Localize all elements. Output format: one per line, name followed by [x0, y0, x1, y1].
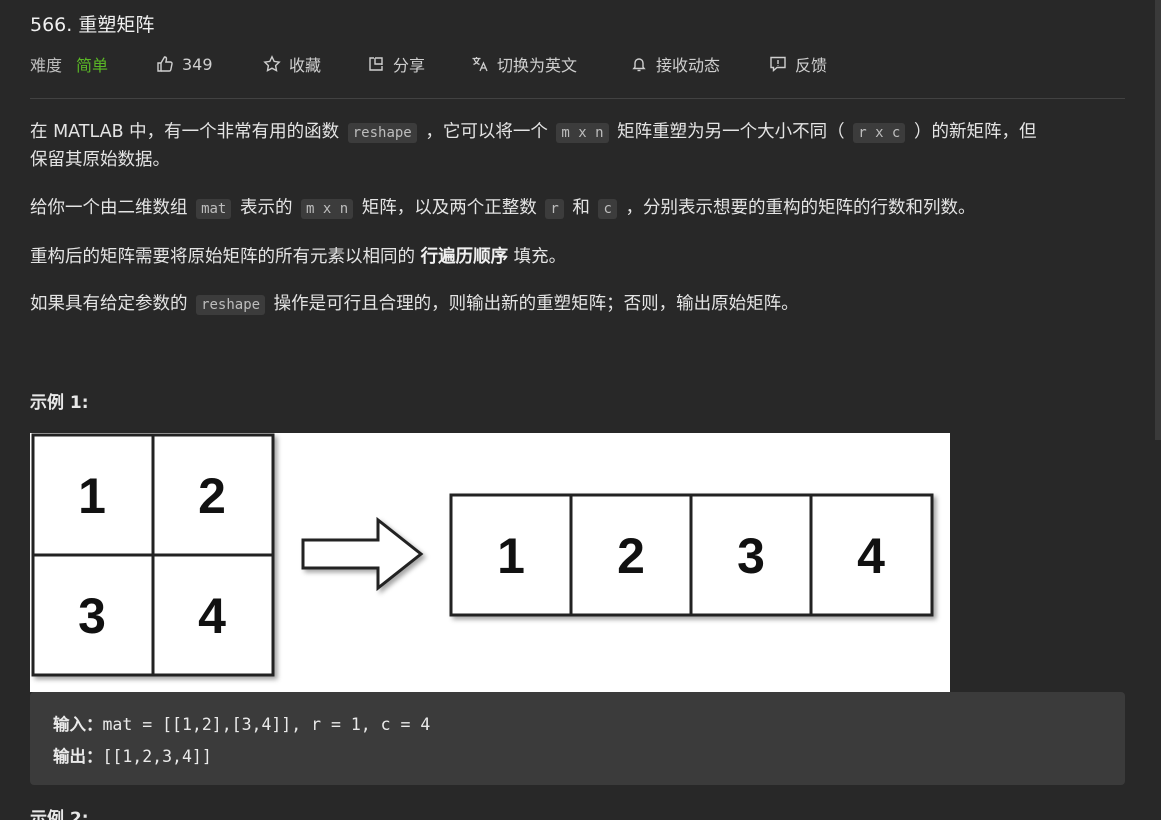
text-span: 操作是可行且合理的，则输出新的重塑矩阵；否则，输出原始矩阵。 [273, 294, 799, 314]
text-span: 保留其原始数据。 [30, 150, 170, 170]
text-span: 重构后的矩阵需要将原始矩阵的所有元素以相同的 [30, 247, 415, 267]
share-button[interactable]: 分享 [367, 52, 471, 76]
description-paragraph-1: 在 MATLAB 中，有一个非常有用的函数 reshape ，它可以将一个 m … [30, 118, 1125, 147]
bell-icon [630, 55, 648, 73]
bold-text: 行遍历顺序 [420, 247, 509, 267]
translate-icon [471, 55, 489, 73]
share-label: 分享 [393, 56, 426, 75]
input-label: 输入： [53, 715, 103, 734]
source-matrix [31, 433, 275, 677]
like-button[interactable]: 349 [156, 52, 263, 76]
favorite-label: 收藏 [289, 56, 322, 75]
example-1-image: 1 2 3 4 1 2 3 4 [30, 433, 950, 692]
switch-language-button[interactable]: 切换为英文 [471, 52, 630, 76]
description-paragraph-1-line-2: 保留其原始数据。 [30, 146, 1125, 174]
source-cell: 3 [78, 588, 106, 644]
description-paragraph-4: 如果具有给定参数的 reshape 操作是可行且合理的，则输出新的重塑矩阵；否则… [30, 290, 1125, 319]
source-cell: 2 [198, 468, 226, 524]
source-cell: 1 [78, 468, 106, 524]
output-label: 输出： [53, 747, 103, 766]
share-icon [367, 55, 385, 73]
example-1-input: 输入：mat = [[1,2],[3,4]], r = 1, c = 4 [53, 711, 430, 735]
text-span: ，它可以将一个 [425, 122, 548, 142]
reshape-diagram: 1 2 3 4 1 2 3 4 [31, 433, 934, 677]
input-value: mat = [[1,2],[3,4]], r = 1, c = 4 [102, 715, 431, 734]
text-span: 矩阵，以及两个正整数 [361, 198, 537, 218]
header-divider [30, 98, 1125, 99]
thumbs-up-icon [156, 55, 174, 73]
text-span: 填充。 [513, 247, 567, 267]
star-icon [263, 55, 281, 73]
output-value: [[1,2,3,4]] [102, 747, 212, 766]
example-1-output: 输出：[[1,2,3,4]] [53, 743, 212, 767]
problem-toolbar: 难度 简单 349 收藏 分享 切换为英文 接收动态 反馈 [30, 52, 827, 76]
example-1-title: 示例 1: [30, 393, 89, 413]
text-span: 矩阵重塑为另一个大小不同（ [617, 122, 845, 142]
like-count: 349 [182, 54, 213, 74]
inline-code: m x n [556, 123, 609, 143]
text-span: 和 [572, 198, 590, 218]
example-1-io-box: 输入：mat = [[1,2],[3,4]], r = 1, c = 4 输出：… [30, 692, 1125, 785]
switch-language-label: 切换为英文 [497, 56, 578, 75]
text-span: 在 MATLAB 中，有一个非常有用的函数 [30, 122, 340, 142]
difficulty-label: 难度 [30, 56, 63, 75]
favorite-button[interactable]: 收藏 [263, 52, 367, 76]
inline-code: m x n [301, 199, 354, 219]
vertical-scrollbar[interactable] [1155, 0, 1161, 440]
text-span: 给你一个由二维数组 [30, 198, 188, 218]
inline-code: r x c [853, 123, 906, 143]
description-paragraph-2: 给你一个由二维数组 mat 表示的 m x n 矩阵，以及两个正整数 r 和 c… [30, 194, 1125, 223]
result-cell: 3 [737, 528, 765, 584]
description-paragraph-3: 重构后的矩阵需要将原始矩阵的所有元素以相同的 行遍历顺序 填充。 [30, 243, 1125, 271]
result-cell: 2 [617, 528, 645, 584]
text-span: 如果具有给定参数的 [30, 294, 188, 314]
result-cell: 1 [497, 528, 525, 584]
result-cell: 4 [857, 528, 885, 584]
feedback-button[interactable]: 反馈 [769, 52, 827, 76]
difficulty-indicator: 难度 简单 [30, 52, 156, 76]
feedback-icon [769, 55, 787, 73]
inline-code: reshape [347, 123, 417, 143]
inline-code: reshape [196, 295, 266, 315]
feedback-label: 反馈 [795, 56, 828, 75]
inline-code: mat [196, 199, 232, 219]
problem-title: 566. 重塑矩阵 [30, 14, 155, 36]
inline-code: r [545, 199, 564, 219]
example-2-title: 示例 2: [30, 809, 89, 820]
inline-code: c [598, 199, 617, 219]
subscribe-label: 接收动态 [656, 56, 721, 75]
arrow-icon [301, 516, 424, 592]
text-span: ）的新矩阵，但 [913, 122, 1037, 142]
text-span: 表示的 [239, 198, 293, 218]
text-span: ，分别表示想要的重构的矩阵的行数和列数。 [625, 198, 976, 218]
source-cell: 4 [198, 588, 226, 644]
subscribe-button[interactable]: 接收动态 [630, 52, 769, 76]
difficulty-value: 简单 [76, 56, 109, 75]
